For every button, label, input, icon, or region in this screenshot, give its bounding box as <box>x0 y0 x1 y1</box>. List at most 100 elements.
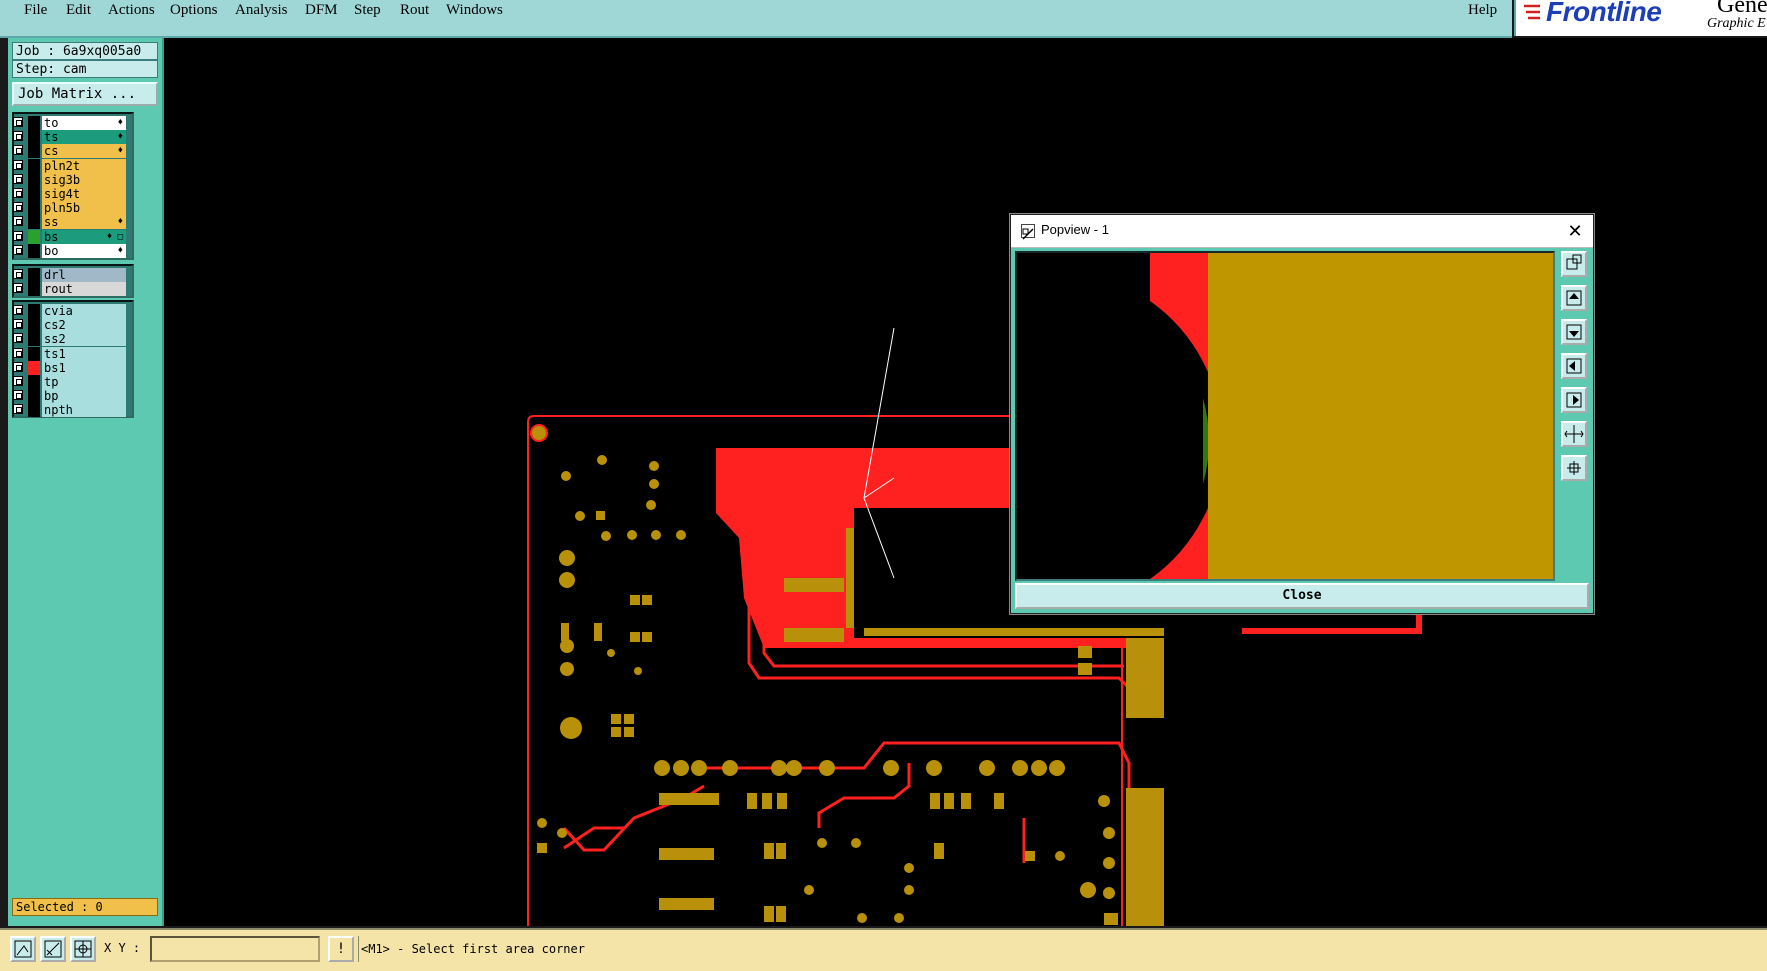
layer-name[interactable]: rout <box>42 282 126 297</box>
layer-row-sig4t[interactable]: sig4t <box>12 187 132 201</box>
layer-checkbox[interactable] <box>13 188 23 198</box>
layer-row-sig3b[interactable]: sig3b <box>12 172 132 187</box>
layer-row-ss2[interactable]: ss2 <box>12 332 132 347</box>
menu-dfm[interactable]: DFM <box>305 2 338 19</box>
layer-row-drl[interactable]: drl <box>12 268 132 282</box>
pan-down-icon[interactable] <box>1561 319 1587 345</box>
layer-checkbox[interactable] <box>13 131 23 142</box>
layer-color-swatch[interactable] <box>28 375 40 389</box>
layer-checkbox[interactable] <box>13 319 23 330</box>
layer-color-swatch[interactable] <box>28 389 40 404</box>
zoom-out-icon[interactable] <box>1561 455 1587 481</box>
layer-checkbox[interactable] <box>13 347 23 358</box>
layer-row-pln2t[interactable]: pln2t <box>12 158 132 173</box>
layer-name[interactable]: ts ♦ <box>42 130 126 145</box>
layer-color-swatch[interactable] <box>28 318 40 333</box>
menu-step[interactable]: Step <box>354 2 381 19</box>
layer-name[interactable]: bs1 <box>42 360 126 375</box>
layer-color-swatch[interactable] <box>28 187 40 201</box>
menu-edit[interactable]: Edit <box>66 2 91 19</box>
layer-checkbox[interactable] <box>13 333 23 344</box>
layer-checkbox[interactable] <box>13 117 23 127</box>
layer-name[interactable]: to ♦ <box>42 116 126 130</box>
measure-icon[interactable] <box>10 936 36 962</box>
layer-checkbox[interactable] <box>13 159 23 170</box>
layer-name[interactable]: tp <box>42 375 126 389</box>
layer-name[interactable]: bs ♦ □ <box>42 229 126 244</box>
layer-color-swatch[interactable] <box>28 172 40 187</box>
layer-color-swatch[interactable] <box>28 201 40 216</box>
layer-row-cs2[interactable]: cs2 <box>12 318 132 333</box>
layer-name[interactable]: sig3b <box>42 172 126 187</box>
layer-color-swatch[interactable] <box>28 403 40 418</box>
pan-up-icon[interactable] <box>1561 285 1587 311</box>
layer-name[interactable]: bp <box>42 389 126 404</box>
layer-checkbox[interactable] <box>13 269 23 279</box>
layer-row-pln5b[interactable]: pln5b <box>12 201 132 216</box>
popview-titlebar[interactable]: Popview - 1 ✕ <box>1011 215 1593 248</box>
layer-checkbox[interactable] <box>13 145 23 156</box>
layer-row-rout[interactable]: rout <box>12 282 132 297</box>
layer-color-swatch[interactable] <box>28 116 40 130</box>
layer-checkbox[interactable] <box>13 390 23 401</box>
layer-row-ts[interactable]: ts ♦ <box>12 130 132 145</box>
layer-color-swatch[interactable] <box>28 346 40 361</box>
menu-file[interactable]: File <box>24 2 47 19</box>
layer-row-bs1[interactable]: bs1 <box>12 360 132 375</box>
pan-left-icon[interactable] <box>1561 353 1587 379</box>
layer-checkbox[interactable] <box>13 202 23 213</box>
layer-checkbox[interactable] <box>13 305 23 315</box>
menu-analysis[interactable]: Analysis <box>235 2 288 19</box>
snap-icon[interactable] <box>40 936 66 962</box>
layer-name[interactable]: bo ♦ <box>42 243 126 258</box>
layer-name[interactable]: cs2 <box>42 318 126 333</box>
layer-color-swatch[interactable] <box>28 130 40 145</box>
layer-row-ss[interactable]: ss ♦ <box>12 215 132 230</box>
popview-close-button[interactable]: Close <box>1015 583 1589 609</box>
menu-rout[interactable]: Rout <box>400 2 429 19</box>
layer-checkbox[interactable] <box>13 376 23 386</box>
layer-name[interactable]: sig4t <box>42 187 126 201</box>
layer-color-swatch[interactable] <box>28 243 40 258</box>
layer-color-swatch[interactable] <box>28 332 40 347</box>
layer-checkbox[interactable] <box>13 404 23 415</box>
layer-checkbox[interactable] <box>13 216 23 227</box>
layer-color-swatch[interactable] <box>28 360 40 375</box>
layer-row-bo[interactable]: bo ♦ <box>12 243 132 258</box>
layer-checkbox[interactable] <box>13 361 23 372</box>
layer-row-to[interactable]: to ♦ <box>12 116 132 130</box>
layer-color-swatch[interactable] <box>28 268 40 282</box>
layer-row-ts1[interactable]: ts1 <box>12 346 132 361</box>
layer-name[interactable]: npth <box>42 403 126 418</box>
popview-zoom-view[interactable] <box>1015 251 1555 581</box>
popview-graphic[interactable] <box>1017 253 1553 579</box>
job-matrix-button[interactable]: Job Matrix ... <box>12 82 158 106</box>
zoom-window-icon[interactable] <box>1561 251 1587 277</box>
layer-row-cs[interactable]: cs ♦ <box>12 144 132 159</box>
exclamation-button[interactable]: ! <box>328 936 354 962</box>
layer-row-bp[interactable]: bp <box>12 389 132 404</box>
layer-checkbox[interactable] <box>13 230 23 241</box>
xy-input[interactable] <box>150 936 320 962</box>
close-icon[interactable]: ✕ <box>1563 219 1587 243</box>
layer-name[interactable]: cvia <box>42 304 126 318</box>
layer-color-swatch[interactable] <box>28 304 40 318</box>
layer-row-cvia[interactable]: cvia <box>12 304 132 318</box>
layer-color-swatch[interactable] <box>28 229 40 244</box>
layer-color-swatch[interactable] <box>28 144 40 159</box>
menu-help[interactable]: Help <box>1468 2 1497 19</box>
layer-color-swatch[interactable] <box>28 215 40 230</box>
layer-name[interactable]: cs ♦ <box>42 144 126 159</box>
layer-name[interactable]: drl <box>42 268 126 282</box>
menu-windows[interactable]: Windows <box>446 2 503 19</box>
grid-icon[interactable] <box>70 936 96 962</box>
layer-checkbox[interactable] <box>13 244 23 255</box>
layer-color-swatch[interactable] <box>28 282 40 297</box>
layer-row-npth[interactable]: npth <box>12 403 132 418</box>
layer-row-tp[interactable]: tp <box>12 375 132 389</box>
menu-options[interactable]: Options <box>170 2 218 19</box>
menu-actions[interactable]: Actions <box>108 2 155 19</box>
layer-checkbox[interactable] <box>13 173 23 184</box>
layer-checkbox[interactable] <box>13 283 23 294</box>
layer-name[interactable]: ss ♦ <box>42 215 126 230</box>
